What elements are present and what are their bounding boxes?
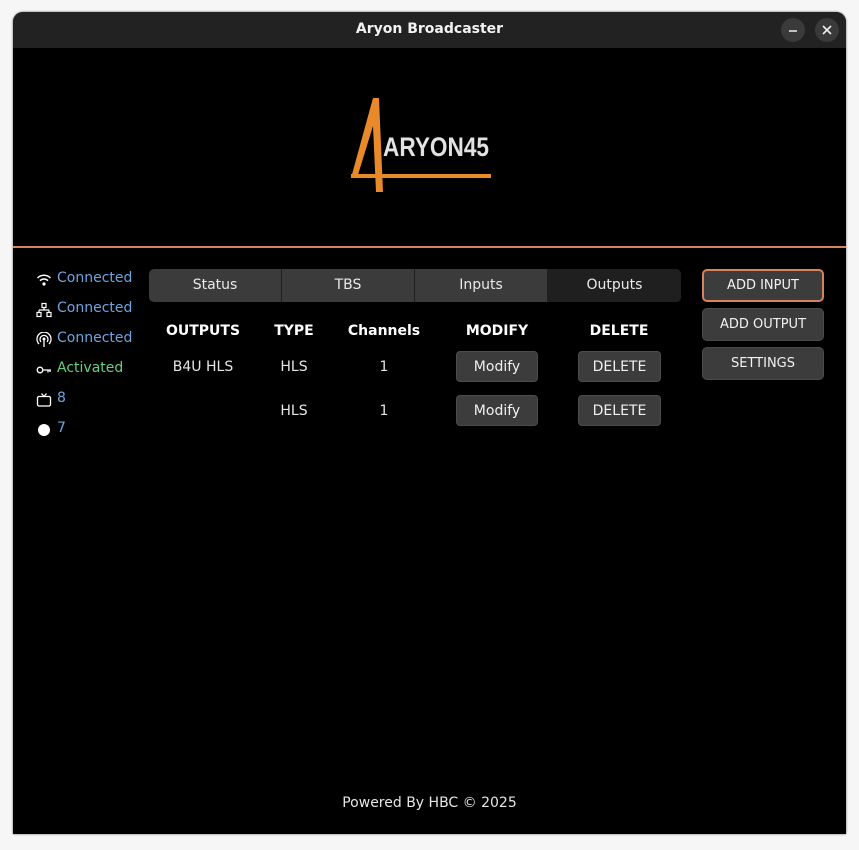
close-button[interactable] xyxy=(815,18,839,42)
tab-bar: Status TBS Inputs Outputs xyxy=(149,269,681,302)
network-icon xyxy=(36,302,52,318)
row-2-type: HLS xyxy=(280,403,308,419)
minimize-button[interactable] xyxy=(781,18,805,42)
header-modify: MODIFY xyxy=(465,323,529,339)
logo-text: ARYON45 xyxy=(383,132,489,162)
close-icon xyxy=(822,25,832,35)
row-2-delete-button[interactable]: DELETE xyxy=(578,395,661,426)
record-count-text: 7 xyxy=(57,420,66,436)
header-divider xyxy=(13,246,846,248)
row-1-modify-button[interactable]: Modify xyxy=(456,351,538,382)
tv-icon xyxy=(36,393,52,407)
row-1-type: HLS xyxy=(280,359,308,375)
row-1-channels: 1 xyxy=(379,359,389,375)
broadcast-status-text: Connected xyxy=(57,330,133,346)
title-bar: Aryon Broadcaster xyxy=(13,12,846,48)
record-dot-icon xyxy=(38,424,50,436)
header-type: TYPE xyxy=(274,323,314,339)
key-icon xyxy=(36,366,51,374)
header-channels: Channels xyxy=(347,323,421,339)
tab-tbs[interactable]: TBS xyxy=(282,269,415,302)
network-status-text: Connected xyxy=(57,300,133,316)
header-outputs: OUTPUTS xyxy=(165,323,241,339)
tv-count-text: 8 xyxy=(57,390,66,406)
wifi-icon xyxy=(36,274,52,286)
tab-inputs[interactable]: Inputs xyxy=(415,269,548,302)
tab-outputs[interactable]: Outputs xyxy=(548,269,681,302)
window-title: Aryon Broadcaster xyxy=(355,21,504,37)
minimize-icon xyxy=(789,30,797,32)
row-2-modify-button[interactable]: Modify xyxy=(456,395,538,426)
row-2-channels: 1 xyxy=(379,403,389,419)
broadcast-icon xyxy=(36,332,52,347)
header-delete: DELETE xyxy=(589,323,649,339)
tab-status[interactable]: Status xyxy=(149,269,282,302)
app-window: Aryon Broadcaster ARYON45 Connected Conn… xyxy=(13,12,846,834)
aryon45-logo: ARYON45 xyxy=(351,98,491,192)
settings-button[interactable]: SETTINGS xyxy=(702,347,824,380)
footer-credit: Powered By HBC © 2025 xyxy=(342,795,517,811)
row-1-output-name: B4U HLS xyxy=(172,359,234,375)
row-1-delete-button[interactable]: DELETE xyxy=(578,351,661,382)
wifi-status-text: Connected xyxy=(57,270,133,286)
add-input-button[interactable]: ADD INPUT xyxy=(702,269,824,302)
add-output-button[interactable]: ADD OUTPUT xyxy=(702,308,824,341)
license-status-text: Activated xyxy=(57,360,124,376)
